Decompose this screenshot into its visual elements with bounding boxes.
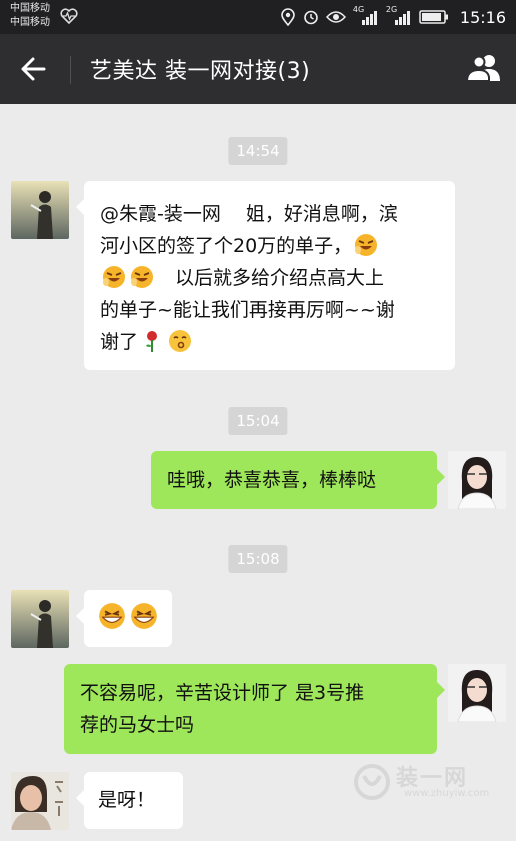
sender-avatar-2[interactable] — [11, 772, 69, 830]
location-icon — [281, 8, 295, 26]
sender-avatar[interactable] — [11, 181, 69, 239]
message-bubble[interactable]: @朱霞-装一网 姐，好消息啊，滨 河小区的签了个20万的单子， 以后就多给介绍点… — [76, 181, 455, 370]
avatar-photo-person — [11, 772, 69, 830]
title-divider — [70, 56, 71, 84]
timestamp-chip: 15:08 — [228, 545, 288, 573]
message-line: 哇哦，恭喜恭喜，棒棒哒 — [167, 469, 377, 491]
grinning-emoji-icon — [98, 602, 126, 630]
message-bubble[interactable] — [76, 590, 172, 647]
message-line: 荐的马女士吗 — [80, 714, 195, 736]
message-bubble[interactable]: 是呀！ — [76, 772, 183, 829]
status-bar: 中国移动 中国移动 4G 2G 15:16 — [0, 0, 516, 34]
group-members-button[interactable] — [464, 50, 504, 86]
timestamp-chip: 15:04 — [228, 407, 288, 435]
battery-icon — [419, 10, 448, 24]
timestamp-chip: 14:54 — [228, 137, 288, 165]
laughing-emoji-icon — [354, 233, 378, 257]
message-line: 的单子~能让我们再接再厉啊~~谢 — [100, 299, 395, 321]
chat-title: 艺美达 装一网对接(3) — [90, 59, 311, 84]
grinning-emoji-icon — [130, 602, 158, 630]
signal-2-icon: 2G — [386, 5, 412, 26]
heart-rate-icon — [60, 8, 78, 24]
avatar-photo-woman — [448, 451, 506, 509]
title-bar: 艺美达 装一网对接(3) — [0, 34, 516, 104]
my-avatar[interactable] — [448, 664, 506, 722]
message-line: 以后就多给介绍点高大上 — [100, 262, 441, 294]
carrier-1-label: 中国移动 — [10, 3, 50, 14]
message-line: 是呀！ — [98, 789, 156, 811]
my-avatar[interactable] — [448, 451, 506, 509]
laughing-emoji-icon — [130, 265, 154, 289]
back-arrow-icon — [21, 57, 46, 81]
message-line: 谢了 — [100, 326, 441, 358]
carrier-2-label: 中国移动 — [10, 17, 50, 28]
message-bubble-sent[interactable]: 哇哦，恭喜恭喜，棒棒哒 — [151, 451, 445, 509]
laughing-emoji-icon — [102, 265, 126, 289]
sender-avatar[interactable] — [11, 590, 69, 648]
signal-1-icon: 4G — [353, 5, 379, 26]
message-line: @朱霞-装一网 姐，好消息啊，滨 — [100, 203, 398, 225]
group-people-icon — [465, 55, 500, 82]
message-bubble-sent[interactable]: 不容易呢，辛苦设计师了 是3号推 荐的马女士吗 — [64, 664, 445, 754]
avatar-photo-woman — [448, 664, 506, 722]
avatar-photo-silhouette — [11, 181, 69, 239]
alarm-icon — [304, 10, 318, 25]
avatar-photo-silhouette — [11, 590, 69, 648]
eye-icon — [325, 11, 346, 23]
kiss-emoji-icon — [168, 329, 192, 353]
watermark-url: www.zhuyiw.com — [404, 788, 490, 799]
watermark-logo-icon — [354, 764, 390, 800]
rose-emoji-icon — [140, 329, 164, 353]
carrier-labels: 中国移动 中国移动 — [10, 2, 50, 30]
message-line: 河小区的签了个20万的单子， — [100, 230, 441, 262]
clock: 15:16 — [459, 7, 506, 27]
status-icons: 4G 2G 15:16 — [280, 5, 506, 27]
message-line: 不容易呢，辛苦设计师了 是3号推 — [80, 682, 365, 704]
watermark: 装一网 www.zhuyiw.com — [352, 760, 502, 804]
back-button[interactable] — [16, 52, 52, 86]
